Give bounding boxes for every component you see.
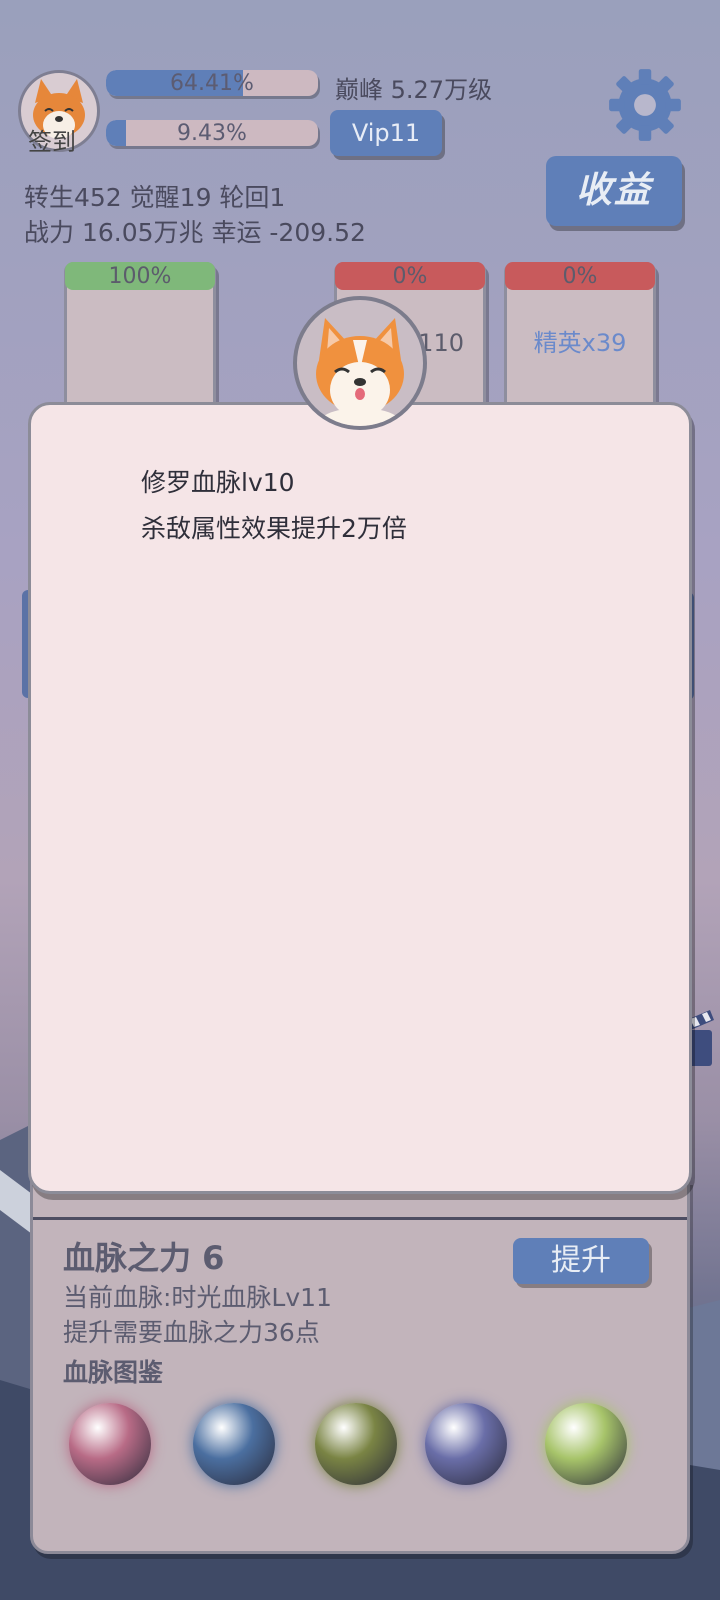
progress-label-secondary: 9.43% bbox=[177, 121, 247, 146]
progress-bar-secondary: 9.43% bbox=[106, 120, 318, 146]
earth-spirit-orb-icon[interactable] bbox=[315, 1403, 397, 1485]
stats-line-1: 转生452 觉醒19 轮回1 bbox=[24, 183, 286, 212]
bloodline-panel: 血脉之力 6 提升 当前血脉:时光血脉Lv11 提升需要血脉之力36点 血脉图鉴 bbox=[30, 1180, 690, 1554]
corgi-icon bbox=[293, 296, 427, 430]
current-bloodline: 当前血脉:时光血脉Lv11 bbox=[63, 1283, 332, 1312]
card-percent: 100% bbox=[65, 262, 215, 290]
panel-divider bbox=[33, 1217, 687, 1220]
card-percent: 0% bbox=[335, 262, 485, 290]
card-label: 精英x39 bbox=[533, 329, 627, 357]
bloodline-gallery-label: 血脉图鉴 bbox=[63, 1358, 164, 1387]
water-spirit-orb-icon[interactable] bbox=[193, 1403, 275, 1485]
upgrade-button[interactable]: 提升 bbox=[513, 1238, 649, 1284]
progress-bar-primary: 64.41% bbox=[106, 70, 318, 96]
nature-flame-orb-icon[interactable] bbox=[545, 1403, 627, 1485]
stats-line-2: 战力 16.05万兆 幸运 -209.52 bbox=[24, 218, 366, 247]
card-percent: 0% bbox=[505, 262, 655, 290]
bloodline-info-dialog[interactable]: 修罗血脉lv10 杀敌属性效果提升2万倍 bbox=[28, 402, 692, 1194]
shadow-beast-orb-icon[interactable] bbox=[425, 1403, 507, 1485]
bloodline-power-title: 血脉之力 6 bbox=[63, 1239, 225, 1277]
fire-dragon-orb-icon[interactable] bbox=[69, 1403, 151, 1485]
gear-icon[interactable] bbox=[606, 66, 684, 144]
upgrade-requirement: 提升需要血脉之力36点 bbox=[63, 1318, 320, 1347]
vip-button[interactable]: Vip11 bbox=[330, 110, 442, 156]
dialog-bloodline-effect: 杀敌属性效果提升2万倍 bbox=[141, 514, 407, 543]
stage-card-1[interactable]: 100% bbox=[64, 262, 216, 412]
stage-card-3[interactable]: 0% 精英x39 bbox=[504, 262, 656, 412]
income-button[interactable]: 收益 bbox=[546, 156, 682, 226]
peak-level-label: 巅峰 5.27万级 bbox=[335, 76, 493, 104]
dialog-bloodline-name: 修罗血脉lv10 bbox=[141, 468, 295, 497]
signin-label[interactable]: 签到 bbox=[28, 122, 76, 157]
progress-label-primary: 64.41% bbox=[170, 71, 254, 96]
